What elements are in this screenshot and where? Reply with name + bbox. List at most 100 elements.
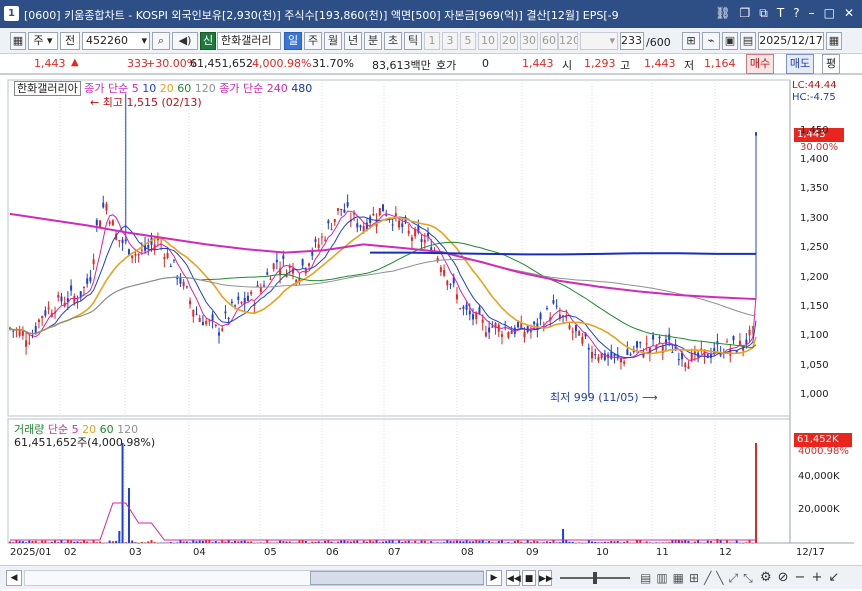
low-label: 저 (684, 59, 695, 72)
volume-bar (195, 541, 198, 543)
volume-bar (118, 531, 121, 543)
volume-bar (706, 540, 709, 543)
ma120-line (9, 258, 757, 335)
volume-bar (533, 540, 536, 543)
candle-body (201, 321, 204, 326)
candle-body (507, 332, 510, 338)
volume-bar (79, 541, 82, 543)
trade-volume: 61,451,652 (190, 57, 253, 70)
volume-bar (517, 540, 520, 543)
candle-body (459, 308, 462, 310)
volume-bar (131, 540, 134, 543)
candle-body (121, 239, 124, 244)
candle-body (92, 259, 95, 265)
candle-body (179, 277, 182, 284)
volume-bar (668, 542, 671, 543)
text-icon[interactable]: T (777, 6, 784, 21)
chevron-down-icon[interactable]: ▾ (141, 33, 149, 49)
date-tick: 04 (193, 547, 206, 558)
stock-code-input[interactable]: 452260 ▾ (82, 32, 150, 50)
date-tick: 07 (388, 547, 401, 558)
volume-bar (47, 542, 50, 544)
period-month-tab[interactable]: 월 (324, 32, 342, 50)
volume-bar (230, 542, 233, 543)
volume-bar (21, 541, 24, 543)
bar-count-input[interactable]: 233 (620, 32, 644, 50)
copy-icon[interactable]: ⧉ (759, 6, 768, 21)
candle-body (227, 317, 230, 320)
candle-body (131, 255, 134, 259)
scroll-thumb[interactable] (310, 571, 484, 585)
candle-body (684, 363, 687, 368)
candle-body (465, 304, 468, 310)
period-tick-tab[interactable]: 틱 (404, 32, 422, 50)
interval-1[interactable]: 1 (424, 32, 440, 50)
restore-icon[interactable]: ❐ (740, 6, 751, 21)
period-year-tab[interactable]: 년 (344, 32, 362, 50)
volume-bar (259, 542, 262, 543)
volume-bar (619, 542, 622, 544)
date-picker-icon[interactable]: ▦ (826, 32, 842, 50)
scroll-right-icon[interactable]: ▶ (486, 570, 502, 586)
sell-button[interactable]: 매도 (786, 54, 814, 74)
stop-icon[interactable]: ■ (522, 570, 536, 586)
volume-bar (359, 542, 362, 544)
prev-icon[interactable]: ◀◀ (506, 570, 521, 586)
save-icon[interactable]: ▣ (722, 32, 738, 50)
interval-120[interactable]: 120 (558, 32, 578, 50)
volume-bar (324, 540, 327, 543)
maximize-icon[interactable]: □ (824, 6, 835, 21)
candle-body (414, 229, 417, 237)
volume-bar (681, 540, 684, 543)
chart-style-icon[interactable]: ⌁ (702, 32, 720, 50)
candle-body (272, 263, 275, 270)
volume-bar (189, 542, 192, 543)
candle-body (134, 253, 137, 256)
close-icon[interactable]: ✕ (844, 6, 854, 21)
speaker-icon[interactable]: ◀) (172, 32, 198, 50)
period-second-tab[interactable]: 초 (384, 32, 402, 50)
volume-bar (237, 541, 240, 543)
date-input[interactable]: 2025/12/17 (758, 32, 824, 50)
interval-20[interactable]: 20 (500, 32, 518, 50)
zoom-controls[interactable]: ⚙⊘−+↙ (760, 570, 845, 585)
period-day-tab[interactable]: 일 (284, 32, 302, 50)
interval-30[interactable]: 30 (520, 32, 538, 50)
volume-bar (504, 542, 507, 544)
interval-10[interactable]: 10 (478, 32, 498, 50)
market-type-select[interactable]: 주 ▾ (28, 32, 58, 50)
volume-tick-40000k: 40,000K (798, 471, 840, 482)
scroll-left-icon[interactable]: ◀ (6, 570, 22, 586)
zoom-slider-handle[interactable] (593, 572, 597, 584)
period-minute-tab[interactable]: 분 (364, 32, 382, 50)
chart-svg[interactable] (0, 74, 862, 565)
candle-body (484, 332, 487, 337)
interval-3[interactable]: 3 (442, 32, 458, 50)
menu-icon[interactable]: ▦ (10, 32, 26, 50)
indicator-icon[interactable]: ⊞ (682, 32, 700, 50)
interval-5[interactable]: 5 (460, 32, 476, 50)
link-icon[interactable]: ⛓ (715, 6, 730, 21)
volume-bar (272, 542, 275, 544)
next-icon[interactable]: ▶▶ (538, 570, 553, 586)
volume-bar (256, 542, 259, 544)
chart-tool-icons[interactable]: ▤▥▦⊞╱╲⤢⤡ (640, 571, 758, 586)
market-mode-button[interactable]: 전 (60, 32, 80, 50)
custom-interval-select[interactable]: ▾ (580, 32, 618, 50)
candle-body (738, 340, 741, 345)
calendar-icon[interactable]: ▤ (740, 32, 756, 50)
buy-button[interactable]: 매수 (746, 54, 774, 74)
period-week-tab[interactable]: 주 (304, 32, 322, 50)
stock-code-value: 452260 (86, 34, 128, 47)
volume-bar (50, 541, 53, 543)
help-icon[interactable]: ? (793, 6, 799, 21)
volume-bar (291, 542, 294, 544)
stock-name-field[interactable]: 한화갤러리 (217, 32, 281, 50)
eval-button[interactable]: 평 (822, 54, 840, 74)
legend-stock-name[interactable]: 한화갤러리아 (14, 81, 81, 96)
search-icon[interactable]: ⌕ (152, 32, 170, 50)
volume-bar (275, 542, 278, 543)
interval-60[interactable]: 60 (540, 32, 558, 50)
minimize-icon[interactable]: – (809, 6, 815, 21)
low-annotation: 최저 999 (11/05) ⟶ (550, 391, 658, 404)
